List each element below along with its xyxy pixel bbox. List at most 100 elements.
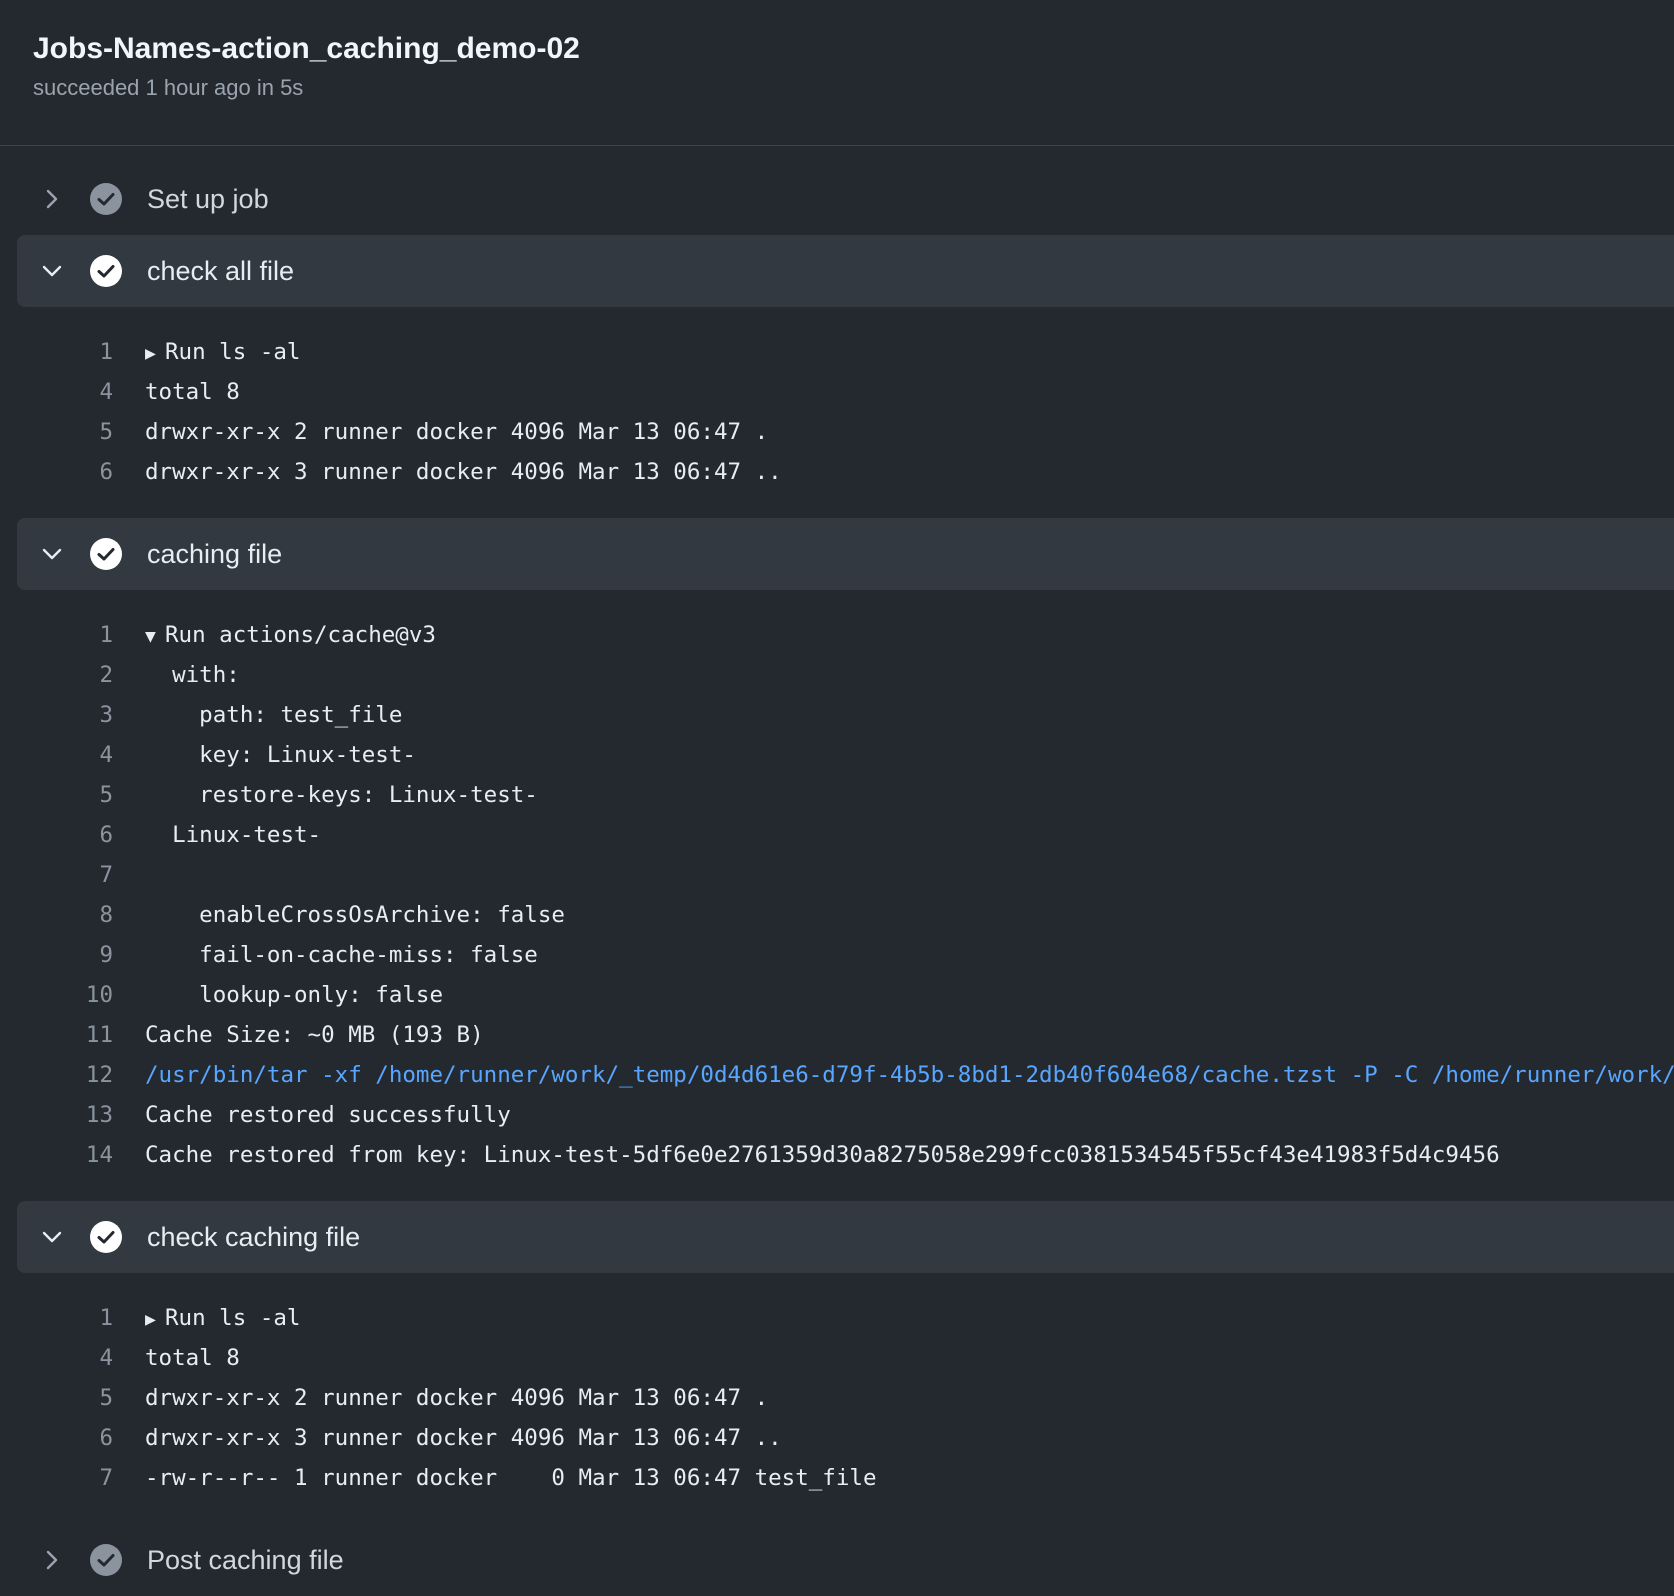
- check-circle-icon: [89, 537, 123, 571]
- step-log: 1 ▶ Run ls -al 4 total 8 5 drwxr-xr-x 2 runner…: [0, 307, 1674, 518]
- check-circle-icon: [89, 1543, 123, 1577]
- line-number[interactable]: 4: [0, 735, 113, 775]
- log-text: fail-on-cache-miss: false: [145, 935, 538, 975]
- log-text-content: /usr/bin/tar -xf /home/runner/work/_temp…: [145, 1062, 1674, 1088]
- log-text: drwxr-xr-x 3 runner docker 4096 Mar 13 0…: [145, 452, 782, 492]
- log-text-content: drwxr-xr-x 2 runner docker 4096 Mar 13 0…: [145, 419, 769, 445]
- log-text: total 8: [145, 372, 240, 412]
- log-text: drwxr-xr-x 2 runner docker 4096 Mar 13 0…: [145, 412, 768, 452]
- line-number[interactable]: 4: [0, 372, 113, 412]
- log-group-toggle[interactable]: ▶ Run ls -al: [145, 332, 300, 372]
- line-number[interactable]: 7: [0, 855, 113, 895]
- log-line: 7 -rw-r--r-- 1 runner docker 0 Mar 13 06:…: [0, 1458, 1674, 1498]
- line-number[interactable]: 1: [0, 332, 113, 372]
- log-text: path: test_file: [145, 695, 402, 735]
- step-block: caching file 1 ▼ Run actions/cache@v3 2 with…: [0, 518, 1674, 1201]
- steps-list: Set up job check all file 1 ▶ Run ls -al 4 tot…: [0, 146, 1674, 1596]
- chevron-down-icon[interactable]: [32, 1217, 72, 1257]
- log-text: total 8: [145, 1338, 240, 1378]
- step-header[interactable]: check caching file: [17, 1201, 1674, 1273]
- line-number[interactable]: 3: [0, 695, 113, 735]
- line-number[interactable]: 10: [0, 975, 113, 1015]
- line-number[interactable]: 9: [0, 935, 113, 975]
- log-line: 3 path: test_file: [0, 695, 1674, 735]
- log-text: -rw-r--r-- 1 runner docker 0 Mar 13 06:4…: [145, 1458, 877, 1498]
- log-text-content: drwxr-xr-x 2 runner docker 4096 Mar 13 0…: [145, 1385, 769, 1411]
- line-number[interactable]: 5: [0, 1378, 113, 1418]
- log-text: /usr/bin/tar -xf /home/runner/work/_temp…: [145, 1055, 1674, 1095]
- log-text-content: restore-keys: Linux-test-: [145, 782, 538, 808]
- line-number[interactable]: 2: [0, 655, 113, 695]
- triangle-right-icon: ▶: [145, 1309, 156, 1330]
- log-text: lookup-only: false: [145, 975, 443, 1015]
- chevron-right-icon[interactable]: [32, 179, 72, 219]
- log-text-content: drwxr-xr-x 3 runner docker 4096 Mar 13 0…: [145, 459, 782, 485]
- log-text: Cache restored from key: Linux-test-5df6…: [145, 1135, 1500, 1175]
- line-number[interactable]: 1: [0, 1298, 113, 1338]
- line-number[interactable]: 4: [0, 1338, 113, 1378]
- line-number[interactable]: 6: [0, 452, 113, 492]
- step-block: check caching file 1 ▶ Run ls -al 4 total 8 5 d…: [0, 1201, 1674, 1524]
- log-text: with:: [145, 655, 240, 695]
- step-name: check all file: [147, 256, 295, 286]
- log-line: 1 ▶ Run ls -al: [0, 1298, 1674, 1338]
- log-line: 5 drwxr-xr-x 2 runner docker 4096 Mar 13 …: [0, 412, 1674, 452]
- line-number[interactable]: 8: [0, 895, 113, 935]
- step-name: check caching file: [147, 1222, 361, 1252]
- job-status-summary: succeeded 1 hour ago in 5s: [33, 75, 304, 100]
- check-circle-icon: [89, 254, 123, 288]
- log-line: 5 restore-keys: Linux-test-: [0, 775, 1674, 815]
- line-number[interactable]: 5: [0, 775, 113, 815]
- chevron-down-icon[interactable]: [32, 534, 72, 574]
- step-header[interactable]: Post caching file: [17, 1524, 1674, 1596]
- line-number[interactable]: 6: [0, 815, 113, 855]
- log-line: 5 drwxr-xr-x 2 runner docker 4096 Mar 13 …: [0, 1378, 1674, 1418]
- chevron-down-icon[interactable]: [32, 251, 72, 291]
- log-line: 14 Cache restored from key: Linux-test-5d…: [0, 1135, 1674, 1175]
- log-line: 1 ▶ Run ls -al: [0, 332, 1674, 372]
- log-text-content: Run ls -al: [165, 1305, 301, 1331]
- log-text: enableCrossOsArchive: false: [145, 895, 565, 935]
- step-header[interactable]: Set up job: [17, 163, 1674, 235]
- log-text-content: drwxr-xr-x 3 runner docker 4096 Mar 13 0…: [145, 1425, 782, 1451]
- log-line: 8 enableCrossOsArchive: false: [0, 895, 1674, 935]
- triangle-right-icon: ▶: [145, 343, 156, 364]
- step-name: caching file: [147, 539, 283, 569]
- chevron-right-icon[interactable]: [32, 1540, 72, 1580]
- step-log: 1 ▶ Run ls -al 4 total 8 5 drwxr-xr-x 2 runner…: [0, 1273, 1674, 1524]
- step-block: Set up job: [0, 163, 1674, 235]
- step-block: Post caching file: [0, 1524, 1674, 1596]
- log-text-content: path: test_file: [145, 702, 403, 728]
- step-name: Post caching file: [147, 1545, 344, 1575]
- log-text-content: total 8: [145, 379, 240, 405]
- log-group-toggle[interactable]: ▼ Run actions/cache@v3: [145, 615, 436, 655]
- log-text-content: Cache restored from key: Linux-test-5df6…: [145, 1142, 1500, 1168]
- log-line: 4 total 8: [0, 372, 1674, 412]
- log-text-content: Cache restored successfully: [145, 1102, 511, 1128]
- log-text: drwxr-xr-x 2 runner docker 4096 Mar 13 0…: [145, 1378, 768, 1418]
- log-text: key: Linux-test-: [145, 735, 416, 775]
- line-number[interactable]: 13: [0, 1095, 113, 1135]
- step-header[interactable]: check all file: [17, 235, 1674, 307]
- line-number[interactable]: 7: [0, 1458, 113, 1498]
- log-line: 2 with:: [0, 655, 1674, 695]
- log-group-toggle[interactable]: ▶ Run ls -al: [145, 1298, 300, 1338]
- line-number[interactable]: 14: [0, 1135, 113, 1175]
- line-number[interactable]: 6: [0, 1418, 113, 1458]
- log-text: Cache Size: ~0 MB (193 B): [145, 1015, 484, 1055]
- log-line: 9 fail-on-cache-miss: false: [0, 935, 1674, 975]
- line-number[interactable]: 11: [0, 1015, 113, 1055]
- log-text-content: fail-on-cache-miss: false: [145, 942, 538, 968]
- job-header: Jobs-Names-action_caching_demo-02 succee…: [0, 0, 1674, 146]
- log-text: Linux-test-: [145, 815, 321, 855]
- log-line: 4 total 8: [0, 1338, 1674, 1378]
- line-number[interactable]: 5: [0, 412, 113, 452]
- check-circle-icon: [89, 1220, 123, 1254]
- log-text: drwxr-xr-x 3 runner docker 4096 Mar 13 0…: [145, 1418, 782, 1458]
- line-number[interactable]: 1: [0, 615, 113, 655]
- step-header[interactable]: caching file: [17, 518, 1674, 590]
- log-line: 12/usr/bin/tar -xf /home/runner/work/_te…: [0, 1055, 1674, 1095]
- log-text-content: Run actions/cache@v3: [165, 622, 436, 648]
- line-number[interactable]: 12: [0, 1055, 113, 1095]
- log-text-content: key: Linux-test-: [145, 742, 416, 768]
